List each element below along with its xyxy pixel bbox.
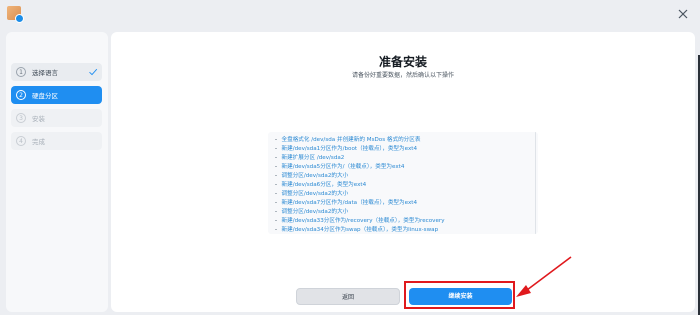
- step-disk-partition[interactable]: 2 硬盘分区: [11, 86, 102, 104]
- operation-item: 新建/dev/sda34分区作为swap（挂载点），类型为linux-swap: [275, 226, 538, 234]
- bullet-icon: [275, 156, 277, 159]
- operation-text: 新建/dev/sda7分区作为/data（挂载点），类型为ext4: [281, 200, 418, 206]
- operations-panel[interactable]: 全盘格式化 /dev/sda 并创建新的 MsDos 格式的分区表 新建/dev/…: [268, 132, 538, 234]
- operation-text: 调整分区/dev/sda2的大小: [281, 191, 349, 197]
- operation-item: 新建扩展分区 /dev/sda2: [275, 154, 538, 163]
- operation-text: 调整分区/dev/sda2的大小: [281, 209, 349, 215]
- operations-list: 全盘格式化 /dev/sda 并创建新的 MsDos 格式的分区表 新建/dev/…: [268, 132, 538, 234]
- bullet-icon: [275, 228, 277, 231]
- title-bar: [0, 0, 700, 28]
- checkmark-icon: [89, 68, 98, 76]
- operation-text: 新建/dev/sda33分区作为/recovery（挂载点），类型为recove…: [281, 218, 445, 224]
- close-icon[interactable]: [675, 6, 691, 22]
- step-label: 选择语言: [32, 69, 58, 77]
- steps-sidebar: 1 选择语言 2 硬盘分区 3 安装 4 完成: [6, 32, 108, 312]
- operation-text: 新建/dev/sda6分区，类型为ext4: [281, 182, 367, 188]
- bullet-icon: [275, 219, 277, 222]
- step-label: 完成: [32, 138, 45, 146]
- bullet-icon: [275, 192, 277, 195]
- bullet-icon: [275, 201, 277, 204]
- operation-item: 新建/dev/sda7分区作为/data（挂载点），类型为ext4: [275, 199, 538, 208]
- operation-item: 调整分区/dev/sda2的大小: [275, 172, 538, 181]
- operation-item: 新建/dev/sda1分区作为/boot（挂载点），类型为ext4: [275, 145, 538, 154]
- operation-text: 新建/dev/sda1分区作为/boot（挂载点），类型为ext4: [281, 146, 418, 152]
- bullet-icon: [275, 165, 277, 168]
- page-title: 准备安装: [378, 55, 427, 69]
- operation-text: 新建扩展分区 /dev/sda2: [281, 155, 345, 161]
- step-number: 2: [16, 90, 26, 100]
- bullet-icon: [275, 147, 277, 150]
- bullet-icon: [275, 210, 277, 213]
- bullet-icon: [275, 174, 277, 177]
- operation-item: 调整分区/dev/sda2的大小: [275, 190, 538, 199]
- step-select-language[interactable]: 1 选择语言: [11, 63, 102, 81]
- operation-item: 调整分区/dev/sda2的大小: [275, 208, 538, 217]
- operation-item: 新建/dev/sda33分区作为/recovery（挂载点），类型为recove…: [275, 217, 538, 226]
- operation-item: 新建/dev/sda6分区，类型为ext4: [275, 181, 538, 190]
- step-label: 安装: [32, 115, 45, 123]
- operation-item: 新建/dev/sda5分区作为/（挂载点），类型为ext4: [275, 163, 538, 172]
- step-number: 4: [16, 136, 26, 146]
- page-subtitle: 请备份好重要数据，然后确认以下操作: [351, 72, 454, 79]
- operation-item: 全盘格式化 /dev/sda 并创建新的 MsDos 格式的分区表: [275, 136, 538, 145]
- main-panel: 准备安装 请备份好重要数据，然后确认以下操作 全盘格式化 /dev/sda 并创…: [111, 32, 695, 312]
- installer-app-icon: [7, 6, 24, 23]
- operation-text: 新建/dev/sda5分区作为/（挂载点），类型为ext4: [281, 164, 405, 170]
- operation-text: 新建/dev/sda34分区作为swap（挂载点），类型为linux-swap: [281, 227, 439, 233]
- step-label: 硬盘分区: [32, 92, 58, 100]
- step-finish: 4 完成: [11, 132, 102, 150]
- back-button[interactable]: 返回: [296, 288, 400, 305]
- bullet-icon: [275, 138, 277, 141]
- step-number: 1: [16, 67, 26, 77]
- annotation-highlight-box: [404, 281, 515, 309]
- step-number: 3: [16, 113, 26, 123]
- step-install: 3 安装: [11, 109, 102, 127]
- operation-text: 全盘格式化 /dev/sda 并创建新的 MsDos 格式的分区表: [281, 137, 421, 143]
- operation-text: 调整分区/dev/sda2的大小: [281, 173, 349, 179]
- operations-scrollbar[interactable]: [535, 132, 536, 234]
- bullet-icon: [275, 183, 277, 186]
